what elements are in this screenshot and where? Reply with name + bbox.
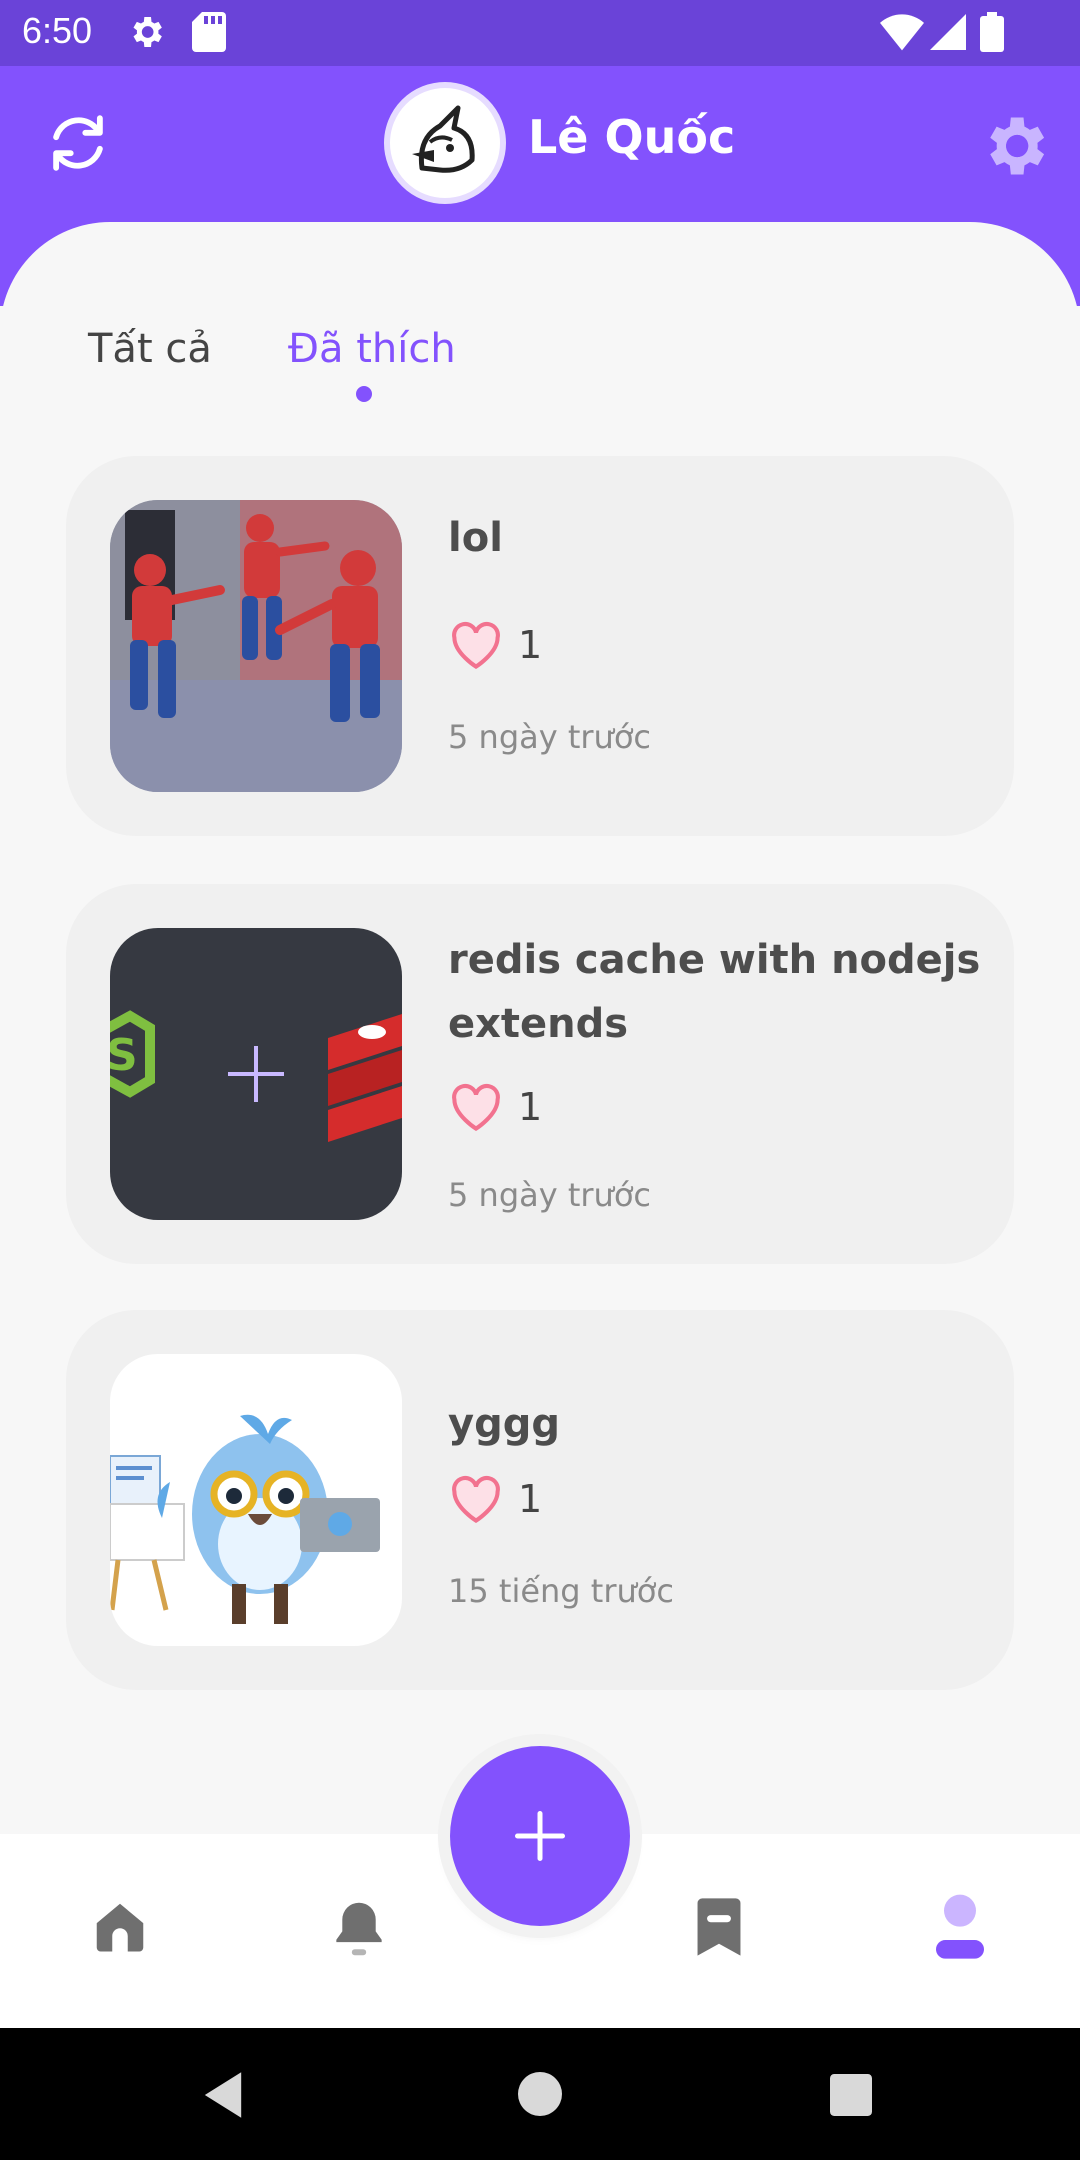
bell-icon[interactable] bbox=[330, 1898, 388, 1960]
like-row: 1 bbox=[448, 620, 542, 670]
battery-icon bbox=[980, 12, 1004, 52]
settings-icon bbox=[133, 17, 162, 47]
recents-icon[interactable] bbox=[830, 2074, 872, 2116]
like-row: 1 bbox=[448, 1474, 542, 1524]
flutter-dash-bird bbox=[110, 1354, 402, 1646]
like-count: 1 bbox=[518, 623, 543, 667]
plus-icon bbox=[515, 1811, 565, 1861]
gear-icon[interactable] bbox=[976, 108, 1052, 184]
post-title: yggg bbox=[448, 1401, 560, 1447]
post-time: 5 ngày trước bbox=[448, 718, 651, 756]
post-title: lol bbox=[448, 515, 503, 561]
tab-all[interactable]: Tất cả bbox=[88, 326, 212, 372]
heart-icon[interactable] bbox=[448, 1474, 504, 1524]
wifi-icon bbox=[880, 14, 924, 51]
post-thumbnail: S bbox=[110, 928, 402, 1220]
tab-liked[interactable]: Đã thích bbox=[288, 326, 456, 372]
post-title: redis cache with nodejs extends bbox=[448, 937, 981, 1047]
status-time: 6:50 bbox=[22, 10, 93, 51]
heart-icon[interactable] bbox=[448, 620, 504, 670]
post-thumbnail bbox=[110, 500, 402, 792]
like-row: 1 bbox=[448, 1082, 542, 1132]
status-bar: 6:50 bbox=[0, 0, 1080, 66]
post-card[interactable]: lol 1 5 ngày trước bbox=[66, 456, 1014, 836]
post-time: 5 ngày trước bbox=[448, 1176, 651, 1214]
home-circle-icon[interactable] bbox=[518, 2072, 562, 2116]
profile-icon[interactable] bbox=[928, 1892, 992, 1964]
post-card[interactable]: S redis cache with nodejs extends 1 5 ng… bbox=[66, 884, 1014, 1264]
add-post-button[interactable] bbox=[450, 1746, 630, 1926]
like-count: 1 bbox=[518, 1085, 543, 1129]
back-icon[interactable] bbox=[200, 2070, 246, 2120]
avatar[interactable] bbox=[384, 82, 506, 204]
signal-icon bbox=[930, 14, 966, 50]
home-icon[interactable] bbox=[88, 1896, 152, 1958]
sd-card-icon bbox=[192, 12, 226, 52]
spiderman-pointing-meme bbox=[110, 500, 402, 792]
user-name: Lê Quốc bbox=[528, 110, 736, 164]
post-time: 15 tiếng trước bbox=[448, 1572, 674, 1610]
post-thumbnail bbox=[110, 1354, 402, 1646]
heart-icon[interactable] bbox=[448, 1082, 504, 1132]
system-nav-bar bbox=[0, 2028, 1080, 2160]
unicorn-avatar bbox=[401, 99, 489, 187]
bookmark-icon[interactable] bbox=[690, 1896, 748, 1958]
post-card[interactable]: yggg 1 15 tiếng trước bbox=[66, 1310, 1014, 1690]
active-tab-indicator bbox=[356, 386, 372, 402]
like-count: 1 bbox=[518, 1477, 543, 1521]
nodejs-plus-redis: S bbox=[110, 928, 402, 1220]
svg-text:S: S bbox=[110, 1030, 138, 1081]
refresh-icon[interactable] bbox=[40, 108, 116, 178]
